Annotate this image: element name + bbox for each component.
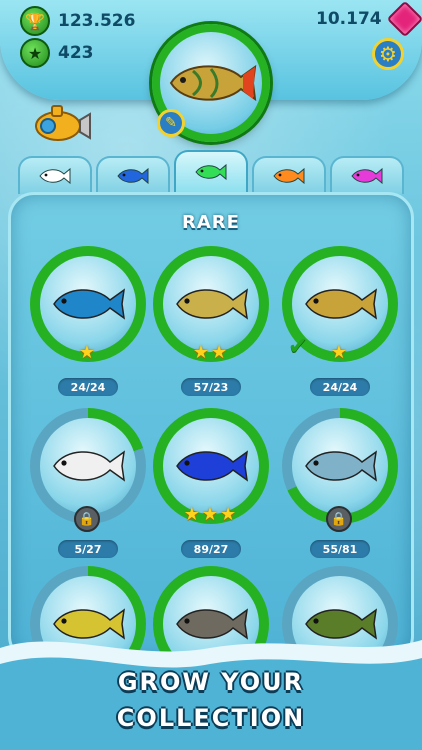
- fish-icon: [195, 163, 227, 181]
- gem-stat[interactable]: 10.174: [316, 0, 422, 38]
- promo-line-2: COLLECTION: [116, 704, 306, 732]
- lock-icon: 🔒: [326, 506, 352, 532]
- trophy-count: 123.526: [58, 11, 136, 31]
- gear-icon: ⚙: [379, 42, 397, 66]
- panel-title: RARE: [182, 212, 240, 233]
- lock-icon: 🔒: [74, 506, 100, 532]
- fish-bubble: [163, 418, 259, 514]
- trophy-icon: 🏆: [20, 6, 50, 36]
- fish-count: 55/81: [310, 540, 370, 558]
- promo-banner: GROW YOUR COLLECTION: [0, 664, 422, 736]
- tab-green-fish[interactable]: [174, 150, 248, 192]
- fish-count: 5/27: [58, 540, 118, 558]
- check-icon: ✔: [288, 332, 309, 360]
- star-icon: ★: [20, 38, 50, 68]
- rating-stars: ★★★: [183, 504, 239, 525]
- fish-icon: [351, 167, 383, 185]
- gem-icon: [386, 0, 422, 38]
- settings-button[interactable]: ⚙: [372, 38, 404, 70]
- tab-white-fish[interactable]: [18, 156, 92, 194]
- pufferfish-image: [176, 288, 248, 320]
- discus-image: [53, 288, 125, 320]
- cichlid-fish-image: [169, 64, 257, 102]
- fish-icon: [117, 167, 149, 185]
- cichlid-image: [305, 288, 377, 320]
- gem-count: 10.174: [316, 9, 382, 29]
- fish-count: 24/24: [58, 378, 118, 396]
- trophy-stat: 🏆 123.526: [20, 6, 135, 36]
- fish-bubble: [40, 418, 136, 514]
- edit-button[interactable]: ✎: [157, 109, 185, 137]
- fish-count: 24/24: [310, 378, 370, 396]
- rating-stars: ★★: [192, 342, 230, 363]
- blue-tang-image: [176, 450, 248, 482]
- fish-bubble: [40, 256, 136, 352]
- tab-blue-fish[interactable]: [96, 156, 170, 194]
- fish-count: 57/23: [181, 378, 241, 396]
- pencil-icon: ✎: [165, 115, 177, 131]
- fish-icon: [39, 167, 71, 185]
- promo-line-1: GROW YOUR: [117, 668, 305, 696]
- fish-bubble: [163, 256, 259, 352]
- moorish-idol-image: [53, 450, 125, 482]
- star-stat: ★ 423: [20, 38, 94, 68]
- submarine-icon[interactable]: [32, 102, 94, 144]
- dolphin-image: [305, 450, 377, 482]
- star-count: 423: [58, 43, 94, 63]
- tab-pink-fish[interactable]: [330, 156, 404, 194]
- rating-stars: ★: [78, 342, 98, 363]
- fish-icon: [273, 167, 305, 185]
- fish-bubble: [292, 418, 388, 514]
- fish-count: 89/27: [181, 540, 241, 558]
- tab-orange-fish[interactable]: [252, 156, 326, 194]
- category-tabs: [18, 150, 404, 196]
